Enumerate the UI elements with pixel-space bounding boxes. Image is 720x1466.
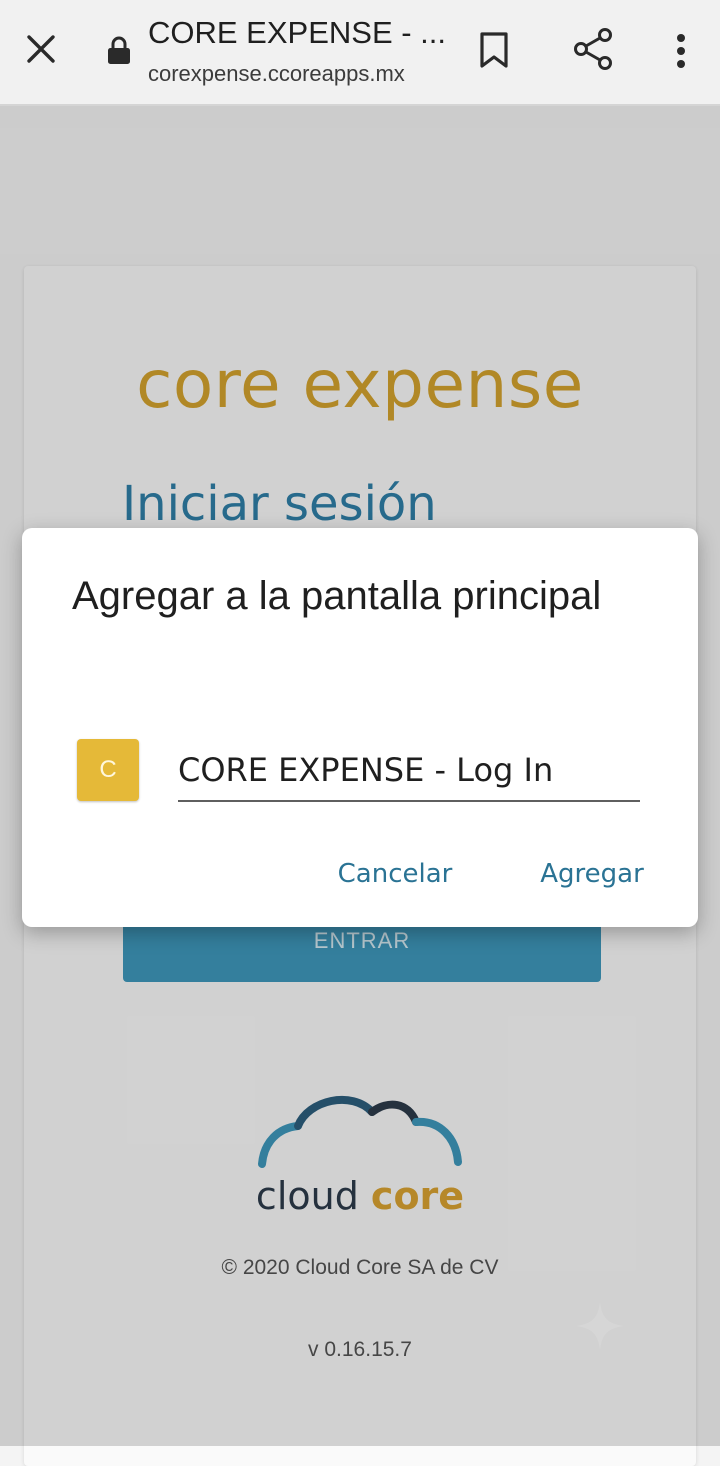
- add-button[interactable]: Agregar: [534, 848, 650, 900]
- bookmark-icon[interactable]: [472, 26, 516, 74]
- app-icon-letter: C: [99, 756, 117, 783]
- dialog-title: Agregar a la pantalla principal: [72, 574, 602, 618]
- app-icon: C: [77, 739, 139, 801]
- close-icon[interactable]: [18, 26, 64, 72]
- share-icon[interactable]: [568, 24, 618, 74]
- cancel-button[interactable]: Cancelar: [334, 848, 456, 900]
- browser-toolbar: CORE EXPENSE - ... corexpense.ccoreapps.…: [0, 0, 720, 106]
- lock-icon: [104, 34, 134, 66]
- shortcut-name-input[interactable]: [178, 740, 640, 802]
- add-to-home-dialog: Agregar a la pantalla principal C Cancel…: [22, 528, 698, 927]
- tab-title: CORE EXPENSE - ...: [148, 15, 447, 50]
- url-text[interactable]: corexpense.ccoreapps.mx: [148, 61, 405, 87]
- more-vert-icon[interactable]: [664, 28, 698, 74]
